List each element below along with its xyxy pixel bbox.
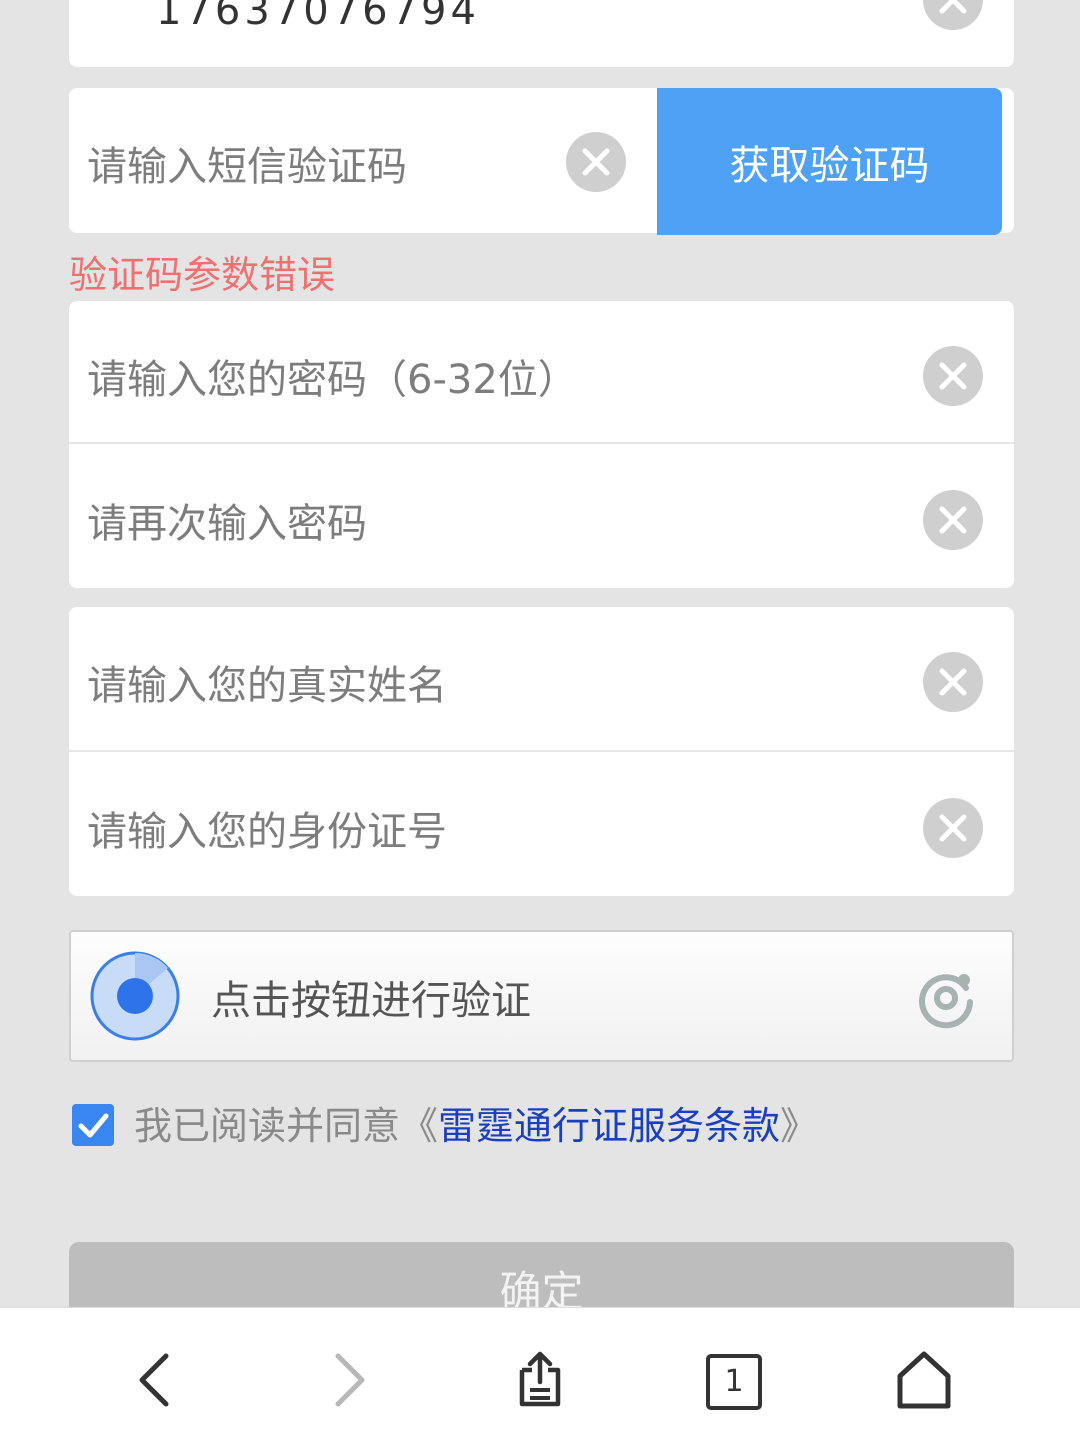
- clear-id-number-icon[interactable]: [923, 798, 983, 858]
- captcha-label: 点击按钮进行验证: [211, 978, 531, 1024]
- captcha-verify-button[interactable]: 点击按钮进行验证: [69, 930, 1014, 1062]
- divider: [69, 442, 1014, 444]
- captcha-logo-icon: [919, 974, 973, 1029]
- browser-bottom-nav: 1: [0, 1307, 1080, 1451]
- forward-icon[interactable]: [316, 1348, 380, 1412]
- tab-count: 1: [706, 1354, 762, 1410]
- checkmark-icon: [78, 1113, 109, 1137]
- agreement-checkbox[interactable]: [72, 1103, 114, 1146]
- share-icon[interactable]: [508, 1348, 572, 1412]
- id-number-input[interactable]: 请输入您的身份证号: [87, 799, 447, 857]
- clear-phone-icon[interactable]: [923, 0, 983, 30]
- get-code-button[interactable]: 获取验证码: [657, 88, 1002, 235]
- clear-password-icon[interactable]: [923, 346, 983, 406]
- terms-link[interactable]: 雷霆通行证服务条款: [438, 1104, 780, 1148]
- clear-real-name-icon[interactable]: [923, 652, 983, 712]
- clear-sms-code-icon[interactable]: [566, 132, 626, 192]
- agreement-suffix: 》: [780, 1104, 819, 1148]
- tabs-icon[interactable]: 1: [700, 1348, 764, 1412]
- agreement-prefix: 我已阅读并同意《: [134, 1104, 439, 1148]
- home-icon[interactable]: [892, 1348, 956, 1412]
- identity-card: 请输入您的真实姓名 请输入您的身份证号: [69, 607, 1014, 896]
- divider: [69, 750, 1014, 752]
- sms-code-input[interactable]: 请输入短信验证码: [87, 134, 407, 192]
- agreement-row: 我已阅读并同意《雷霆通行证服务条款》: [72, 1095, 818, 1150]
- phone-value[interactable]: 17637076794: [156, 0, 480, 34]
- password-confirm-input[interactable]: 请再次输入密码: [87, 491, 367, 549]
- password-input[interactable]: 请输入您的密码（6-32位）: [87, 347, 578, 405]
- phone-card: 17637076794: [69, 0, 1014, 67]
- captcha-radar-icon: [90, 951, 180, 1041]
- back-icon[interactable]: [124, 1348, 188, 1412]
- clear-password-confirm-icon[interactable]: [923, 490, 983, 550]
- error-message: 验证码参数错误: [69, 253, 336, 297]
- real-name-input[interactable]: 请输入您的真实姓名: [87, 653, 447, 711]
- password-card: 请输入您的密码（6-32位） 请再次输入密码: [69, 301, 1014, 588]
